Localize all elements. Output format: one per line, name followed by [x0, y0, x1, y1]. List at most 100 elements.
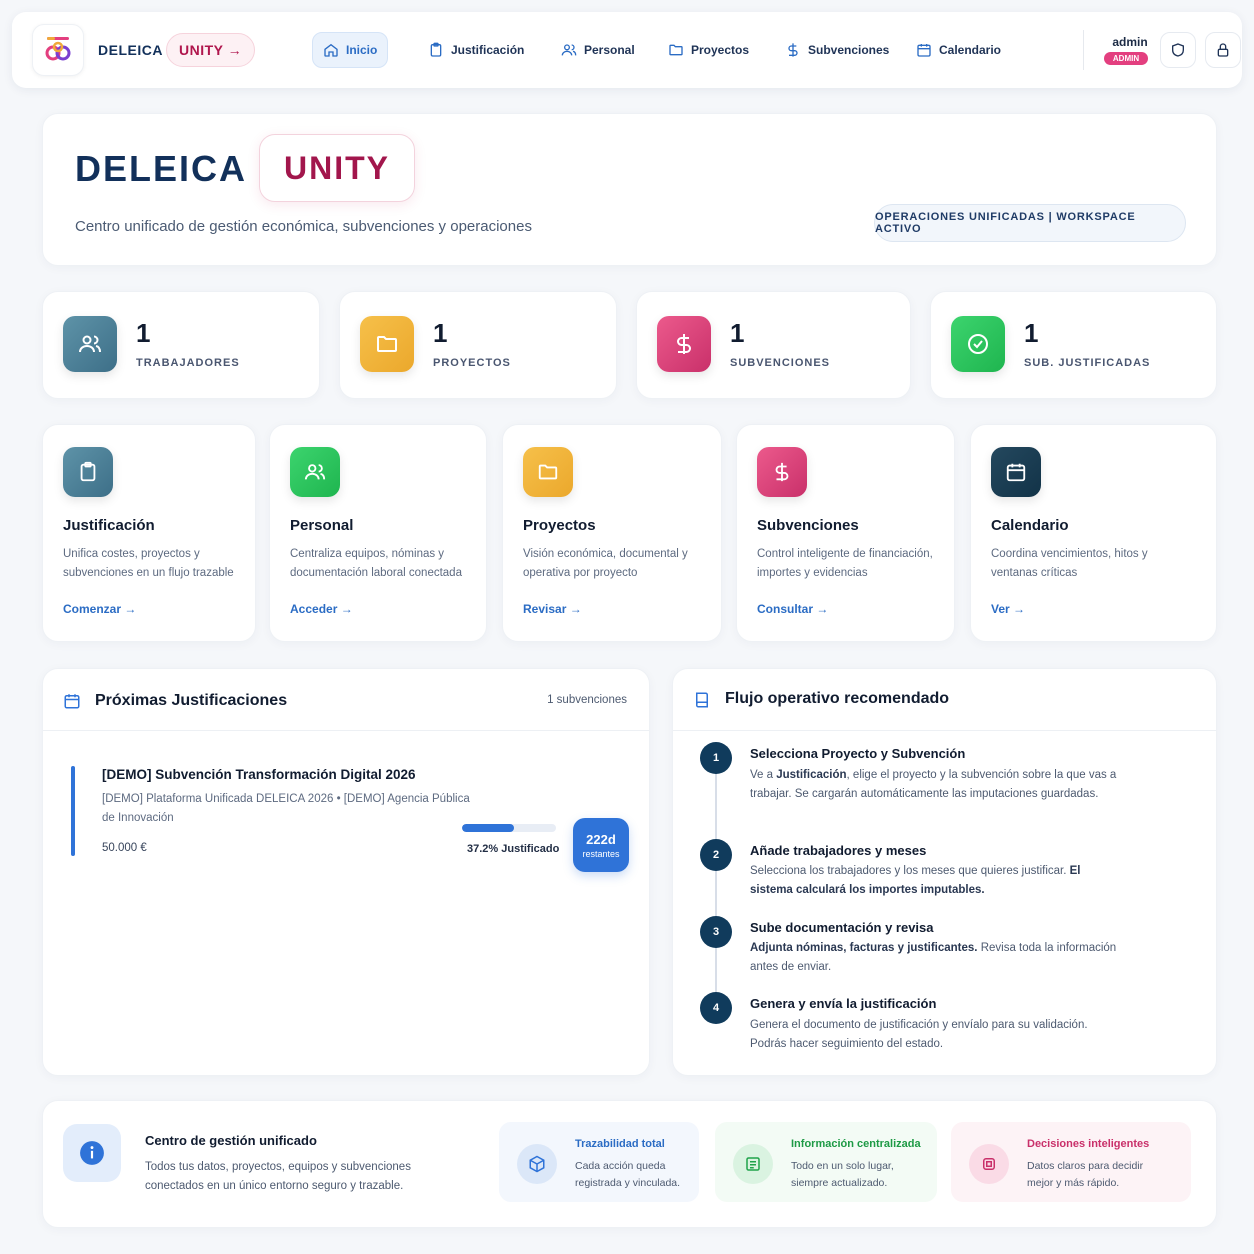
- nav-item-personal[interactable]: Personal: [551, 32, 645, 68]
- days-value: 222d: [586, 831, 616, 847]
- upcoming-justifications-panel: Próximas Justificaciones 1 subvenciones …: [42, 668, 650, 1076]
- days-label: restantes: [582, 848, 620, 859]
- dollar-icon: [657, 316, 711, 372]
- user-name: admin: [1112, 35, 1148, 49]
- step-title: Selecciona Proyecto y Subvención: [750, 746, 966, 761]
- module-description: Centraliza equipos, nóminas y documentac…: [290, 548, 462, 579]
- step-description: Adjunta nóminas, facturas y justificante…: [750, 942, 1117, 973]
- stat-value: 1: [1024, 318, 1039, 348]
- nav-label-proyectos: Proyectos: [691, 43, 750, 57]
- top-navbar: DELEICA UNITY → Inicio Justificación Per…: [12, 12, 1242, 88]
- subvention-title[interactable]: [DEMO] Subvención Transformación Digital…: [102, 767, 416, 782]
- clipboard-icon: [63, 447, 113, 497]
- check-circle-icon: [951, 316, 1005, 372]
- steps-connector-line: [715, 761, 717, 1011]
- module-title: Justificación: [63, 517, 155, 534]
- justification-progress-bar: [462, 824, 556, 832]
- folder-icon: [669, 44, 683, 56]
- module-link-acceder[interactable]: Acceder →: [290, 602, 353, 616]
- module-title: Calendario: [991, 517, 1069, 534]
- logo-icon: [45, 37, 71, 61]
- stat-card-proyectos[interactable]: 1 PROYECTOS: [339, 291, 617, 399]
- module-title: Personal: [290, 517, 354, 534]
- security-button[interactable]: [1160, 32, 1196, 68]
- role-badge: ADMIN: [1104, 52, 1148, 65]
- stat-card-justificadas[interactable]: 1 SUB. JUSTIFICADAS: [930, 291, 1217, 399]
- stat-label: PROYECTOS: [433, 357, 511, 369]
- module-description: Control inteligente de financiación, imp…: [757, 548, 933, 579]
- users-icon: [290, 447, 340, 497]
- subvention-accent-bar: [71, 766, 75, 856]
- nav-divider: [1083, 30, 1084, 70]
- nav-item-justificacion[interactable]: Justificación: [418, 32, 534, 68]
- nav-item-inicio[interactable]: Inicio: [312, 32, 389, 68]
- folder-icon: [360, 316, 414, 372]
- lock-button[interactable]: [1205, 32, 1241, 68]
- book-icon: [696, 692, 708, 708]
- nav-item-subvenciones[interactable]: Subvenciones: [775, 32, 899, 68]
- feature-decisions: Decisiones inteligentes Datos claros par…: [951, 1122, 1191, 1202]
- stat-label: SUBVENCIONES: [730, 357, 831, 369]
- module-description: Coordina vencimientos, hitos y ventanas …: [991, 548, 1148, 579]
- box-icon: [517, 1144, 557, 1184]
- feature-title: Trazabilidad total: [575, 1138, 665, 1150]
- progress-fill: [462, 824, 515, 832]
- shield-icon: [1172, 43, 1184, 57]
- module-description: Unifica costes, proyectos y subvenciones…: [63, 548, 234, 579]
- app-logo[interactable]: [32, 24, 84, 76]
- stat-value: 1: [730, 318, 745, 348]
- step-number: 2: [700, 839, 732, 871]
- feature-centralized: Información centralizada Todo en un solo…: [715, 1122, 937, 1202]
- stat-label: SUB. JUSTIFICADAS: [1024, 357, 1151, 369]
- feature-traceability: Trazabilidad total Cada acción queda reg…: [499, 1122, 699, 1202]
- panel-header: Próximas Justificaciones 1 subvenciones: [43, 669, 649, 731]
- workspace-status-pill: OPERACIONES UNIFICADAS | WORKSPACE ACTIV…: [874, 204, 1186, 242]
- module-title: Proyectos: [523, 517, 596, 534]
- feature-description: Datos claros para decidir mejor y más rá…: [1027, 1160, 1144, 1189]
- nav-item-proyectos[interactable]: Proyectos: [658, 32, 759, 68]
- nav-label-subvenciones: Subvenciones: [808, 43, 890, 57]
- nav-item-calendario[interactable]: Calendario: [906, 32, 1011, 68]
- module-title: Subvenciones: [757, 517, 859, 534]
- stat-card-subvenciones[interactable]: 1 SUBVENCIONES: [636, 291, 911, 399]
- hero-unity-badge: UNITY: [259, 134, 415, 202]
- step-description: Selecciona los trabajadores y los meses …: [750, 865, 1081, 896]
- step-title: Sube documentación y revisa: [750, 920, 934, 935]
- calendar-icon: [991, 447, 1041, 497]
- subvention-meta: [DEMO] Plataforma Unificada DELEICA 2026…: [102, 793, 470, 824]
- step-number: 1: [700, 742, 732, 774]
- feature-description: Cada acción queda registrada y vinculada…: [575, 1160, 681, 1189]
- feature-title: Información centralizada: [791, 1138, 921, 1150]
- hero-title: DELEICA: [75, 148, 248, 189]
- nav-label-inicio: Inicio: [346, 43, 378, 57]
- footer-title: Centro de gestión unificado: [145, 1133, 317, 1148]
- clipboard-icon: [430, 42, 442, 57]
- lock-icon: [1217, 43, 1229, 57]
- calendar-icon: [64, 694, 80, 709]
- nav-label-personal: Personal: [584, 43, 635, 57]
- step-description: Genera el documento de justificación y e…: [750, 1019, 1088, 1050]
- module-card-justificacion[interactable]: Justificación Unifica costes, proyectos …: [42, 424, 256, 642]
- stat-value: 1: [433, 318, 448, 348]
- home-icon: [324, 43, 338, 57]
- stat-label: TRABAJADORES: [136, 357, 240, 369]
- progress-label: 37.2% Justificado: [467, 843, 560, 855]
- users-icon: [561, 44, 577, 56]
- hero-card: DELEICA UNITY Centro unificado de gestió…: [42, 113, 1217, 266]
- stat-value: 1: [136, 318, 151, 348]
- module-card-personal[interactable]: Personal Centraliza equipos, nóminas y d…: [269, 424, 487, 642]
- feature-description: Todo en un solo lugar, siempre actualiza…: [791, 1160, 894, 1189]
- hero-subtitle: Centro unificado de gestión económica, s…: [75, 218, 532, 235]
- module-link-consultar[interactable]: Consultar →: [757, 602, 828, 616]
- module-card-calendario[interactable]: Calendario Coordina vencimientos, hitos …: [970, 424, 1217, 642]
- module-card-subvenciones[interactable]: Subvenciones Control inteligente de fina…: [736, 424, 955, 642]
- nav-label-justificacion: Justificación: [451, 43, 525, 57]
- operational-flow-panel: Flujo operativo recomendado 1 Selecciona…: [672, 668, 1217, 1076]
- module-link-revisar[interactable]: Revisar →: [523, 602, 582, 616]
- module-link-ver[interactable]: Ver →: [991, 602, 1025, 616]
- unity-switch-button[interactable]: UNITY →: [166, 33, 256, 67]
- stat-card-trabajadores[interactable]: 1 TRABAJADORES: [42, 291, 320, 399]
- module-card-proyectos[interactable]: Proyectos Visión económica, documental y…: [502, 424, 722, 642]
- module-link-comenzar[interactable]: Comenzar →: [63, 602, 136, 616]
- folder-icon: [523, 447, 573, 497]
